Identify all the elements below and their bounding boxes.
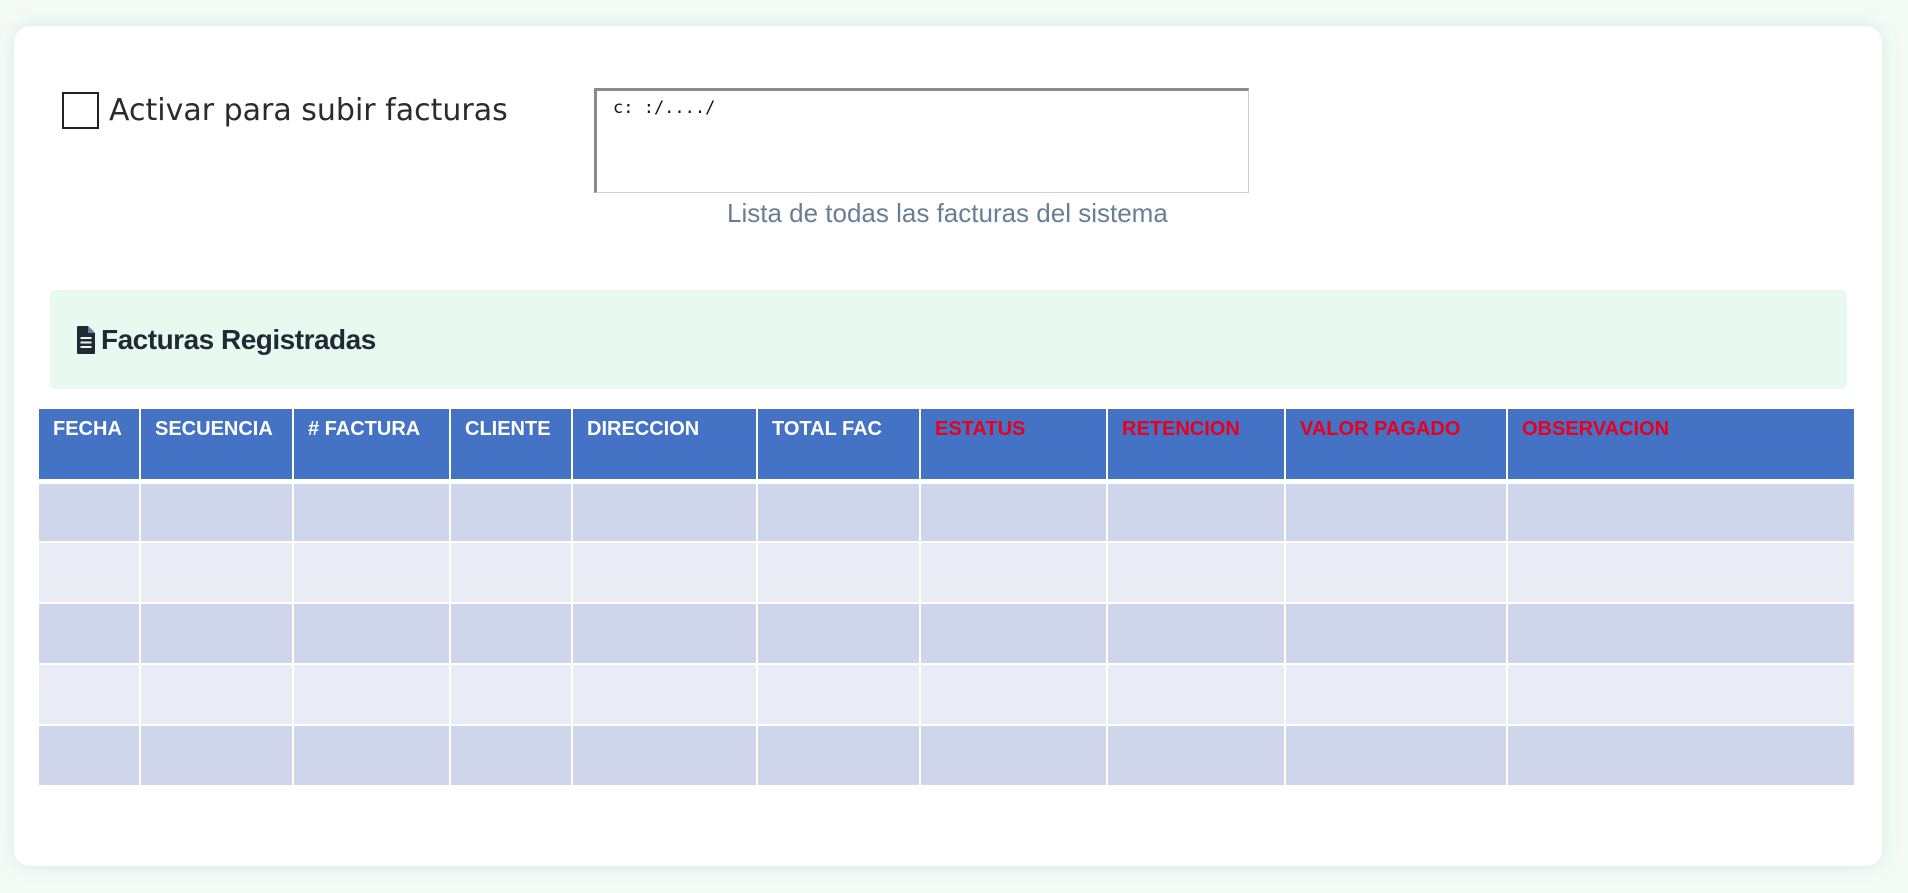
table-cell[interactable] [1107,481,1286,543]
table-cell[interactable] [1507,481,1854,543]
file-path-caption: Lista de todas las facturas del sistema [727,198,1168,228]
table-cell[interactable] [920,664,1108,726]
table-row[interactable] [39,664,1854,726]
table-cell[interactable] [920,603,1108,665]
table-cell[interactable] [1107,603,1286,665]
column-header-retencion[interactable]: RETENCION [1107,409,1286,484]
table-cell[interactable] [1507,542,1854,604]
upload-checkbox[interactable] [62,92,99,129]
table-row[interactable] [39,481,1854,543]
table-cell[interactable] [1107,664,1286,726]
table-cell[interactable] [39,725,141,787]
section-header: Facturas Registradas [50,290,1847,389]
column-header-factura[interactable]: # FACTURA [293,409,451,484]
table-cell[interactable] [39,542,141,604]
table-cell[interactable] [140,664,294,726]
table-cell[interactable] [450,603,573,665]
table-cell[interactable] [140,542,294,604]
table-cell[interactable] [293,603,451,665]
table-cell[interactable] [450,481,573,543]
column-header-observacion[interactable]: OBSERVACION [1507,409,1854,484]
file-path-field[interactable]: c: :/..../ [594,88,1249,193]
table-cell[interactable] [39,481,141,543]
table-cell[interactable] [757,725,921,787]
table-cell[interactable] [1285,603,1508,665]
table-cell[interactable] [1285,664,1508,726]
table-row[interactable] [39,542,1854,604]
table-cell[interactable] [920,725,1108,787]
column-header-direccion[interactable]: DIRECCION [572,409,758,484]
table-cell[interactable] [572,542,758,604]
file-document-icon [77,325,95,354]
table-cell[interactable] [1285,542,1508,604]
column-header-total-fac[interactable]: TOTAL FAC [757,409,921,484]
column-header-fecha[interactable]: FECHA [39,409,141,484]
table-row[interactable] [39,725,1854,787]
table-row[interactable] [39,603,1854,665]
table-cell[interactable] [572,664,758,726]
table-cell[interactable] [1285,725,1508,787]
table-cell[interactable] [1107,542,1286,604]
upload-checkbox-label: Activar para subir facturas [109,93,508,128]
column-header-secuencia[interactable]: SECUENCIA [140,409,294,484]
table-cell[interactable] [450,542,573,604]
table-cell[interactable] [293,542,451,604]
table-cell[interactable] [293,481,451,543]
table-cell[interactable] [293,725,451,787]
table-cell[interactable] [140,603,294,665]
table-cell[interactable] [450,725,573,787]
table-header-row: FECHA SECUENCIA # FACTURA CLIENTE DIRECC… [39,409,1854,484]
table-cell[interactable] [140,725,294,787]
table-cell[interactable] [1285,481,1508,543]
table-cell[interactable] [757,481,921,543]
column-header-cliente[interactable]: CLIENTE [450,409,573,484]
section-title: Facturas Registradas [101,323,376,355]
table-cell[interactable] [140,481,294,543]
table-cell[interactable] [920,542,1108,604]
table-cell[interactable] [757,664,921,726]
column-header-valor-pagado[interactable]: VALOR PAGADO [1285,409,1508,484]
table-cell[interactable] [572,481,758,543]
table-cell[interactable] [1507,664,1854,726]
table-cell[interactable] [1507,725,1854,787]
invoices-table: FECHA SECUENCIA # FACTURA CLIENTE DIRECC… [39,409,1854,787]
table-cell[interactable] [293,664,451,726]
table-cell[interactable] [1507,603,1854,665]
table-cell[interactable] [1107,725,1286,787]
table-cell[interactable] [450,664,573,726]
upload-toggle[interactable]: Activar para subir facturas [62,92,508,129]
table-cell[interactable] [920,481,1108,543]
column-header-estatus[interactable]: ESTATUS [920,409,1108,484]
table-cell[interactable] [572,725,758,787]
table-cell[interactable] [757,603,921,665]
table-cell[interactable] [572,603,758,665]
table-cell[interactable] [757,542,921,604]
table-cell[interactable] [39,664,141,726]
table-cell[interactable] [39,603,141,665]
